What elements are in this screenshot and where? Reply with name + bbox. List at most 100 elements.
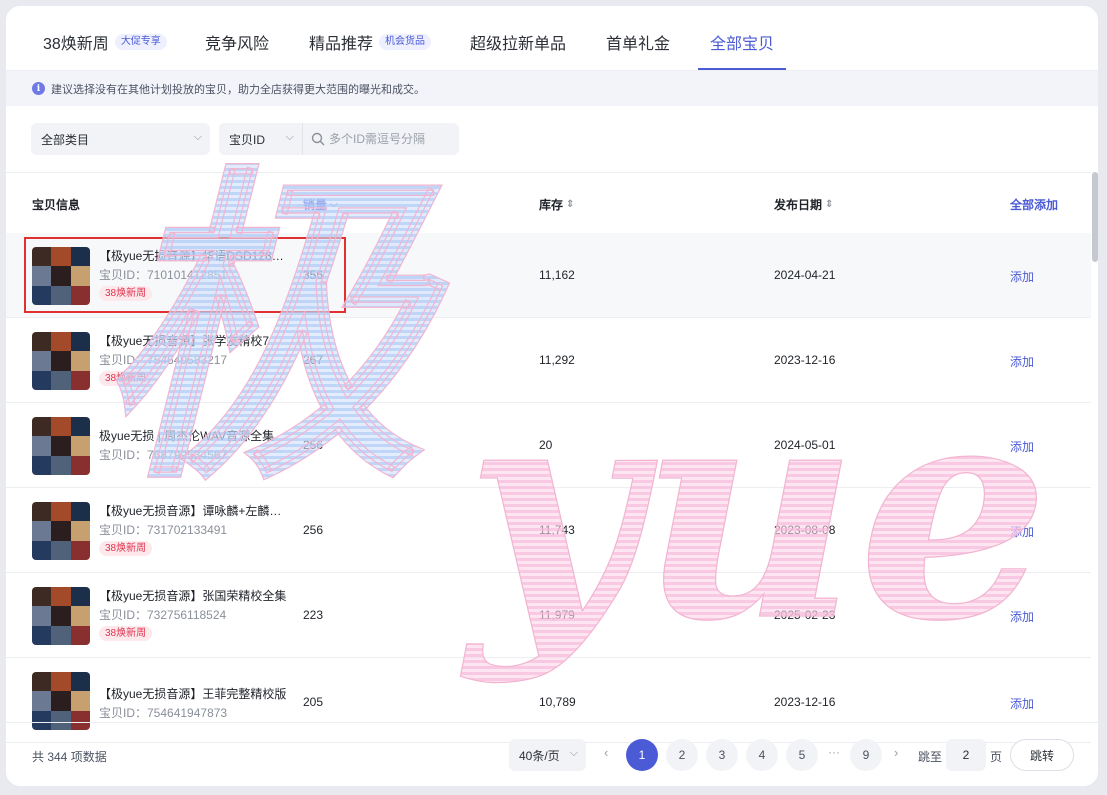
tab-competition-risk[interactable]: 竞争风险 [205,30,269,54]
product-id: 宝贝ID：732756118524 [99,608,227,622]
sales-value: 256 [303,438,324,452]
product-thumbnail [32,417,90,475]
sales-value: 267 [303,353,324,367]
tab-label: 全部宝贝 [710,36,775,53]
tab-label: 超级拉新单品 [470,36,567,53]
tab-label: 首单礼金 [606,36,671,53]
tab-first-order-gift[interactable]: 首单礼金 [606,30,670,54]
product-thumbnail [32,332,90,390]
add-all-button[interactable]: 全部添加 [1010,196,1058,213]
sort-desc-icon: ⌵ [330,199,338,210]
tab-badge: 机会货品 [379,34,432,50]
product-title[interactable]: 【极yue无损音源】张国荣精校全集 [99,587,291,604]
page-ellipsis[interactable]: ··· [828,745,840,759]
search-input[interactable] [329,132,449,146]
page-unit-label: 页 [990,750,1003,764]
product-title[interactable]: 【极yue无损音源】张学友精校7 [99,332,291,349]
tab-label: 精品推荐 [309,36,374,53]
add-button[interactable]: 添加 [1010,353,1034,370]
header-item-info: 宝贝信息 [32,196,80,213]
header-label: 销量 [303,198,328,212]
publish-date: 2023-12-16 [774,695,836,709]
add-button[interactable]: 添加 [1010,523,1034,540]
sales-value: 223 [303,608,324,622]
stock-value: 20 [539,438,553,452]
notice-bar: i 建议选择没有在其他计划投放的宝贝，助力全店获得更大范围的曝光和成交。 [6,71,1098,106]
highlight-box [24,237,346,313]
header-sales-sort[interactable]: 销量 ⌵ [303,196,338,213]
jump-page-input[interactable] [946,739,986,771]
scrollbar-thumb[interactable] [1092,172,1098,262]
tab-bar: 38焕新周 大促专享 竞争风险 精品推荐 机会货品 超级拉新单品 首单礼金 全部… [6,6,1098,71]
header-stock-sort[interactable]: 库存 ⇕ [539,196,574,213]
product-thumbnail [32,502,90,560]
header-label: 全部添加 [1010,198,1059,212]
publish-date: 2023-12-16 [774,353,836,367]
tab-label: 竞争风险 [205,36,270,53]
promo-tag: 38焕新周 [99,371,153,386]
product-title[interactable]: 极yue无损 | 周杰伦WAV音源全集 [99,427,291,444]
next-page-icon[interactable]: › [894,745,898,760]
id-type-select-value: 宝贝ID [229,132,266,147]
page-1[interactable]: 1 [626,739,658,771]
tab-super-new-customer[interactable]: 超级拉新单品 [470,30,566,54]
info-icon: i [32,82,45,95]
sales-value: 256 [303,523,324,537]
main-panel: 38焕新周 大促专享 竞争风险 精品推荐 机会货品 超级拉新单品 首单礼金 全部… [6,6,1098,786]
tab-38-renewal-week[interactable]: 38焕新周 大促专享 [43,30,167,54]
chevron-down-icon: ⌵ [193,131,202,143]
page-5[interactable]: 5 [786,739,818,771]
header-label: 发布日期 [774,198,823,212]
prev-page-icon[interactable]: ‹ [604,745,608,760]
product-id: 宝贝ID：754641947873 [99,706,228,720]
add-button[interactable]: 添加 [1010,268,1034,285]
product-id: 宝贝ID：731702133491 [99,523,228,537]
add-button[interactable]: 添加 [1010,608,1034,625]
header-date-sort[interactable]: 发布日期 ⇕ [774,196,833,213]
table-row: 【极yue无损音源】张国荣精校全集 宝贝ID：732756118524 38焕新… [6,573,1091,658]
stock-value: 11,743 [539,523,575,537]
promo-tag: 38焕新周 [99,626,153,641]
stock-value: 11,292 [539,353,575,367]
page-size-select[interactable]: 40条/页 ⌵ [509,739,586,771]
active-tab-indicator [698,68,786,70]
product-title[interactable]: 【极yue无损音源】谭咏麟+左麟右李 [99,502,291,519]
table-row: 极yue无损 | 周杰伦WAV音源全集 宝贝ID：768799534567 25… [6,403,1091,488]
notice-text: 建议选择没有在其他计划投放的宝贝，助力全店获得更大范围的曝光和成交。 [51,83,425,96]
add-button[interactable]: 添加 [1010,695,1034,712]
add-button[interactable]: 添加 [1010,438,1034,455]
tab-all-items[interactable]: 全部宝贝 [710,30,774,54]
publish-date: 2025-02-23 [774,608,836,622]
stock-value: 11,979 [539,608,575,622]
product-id: 宝贝ID：768799534567 [99,448,228,462]
table-row: 【极yue无损音源】张学友精校7 宝贝ID：754640583217 38焕新周… [6,318,1091,403]
jump-button[interactable]: 跳转 [1010,739,1074,771]
total-count: 共 344 项数据 [32,750,107,764]
header-label: 宝贝信息 [32,198,81,212]
publish-date: 2024-05-01 [774,438,836,452]
tab-label: 38焕新周 [43,36,109,53]
chevron-down-icon: ⌵ [569,747,578,759]
category-select[interactable]: 全部类目 ⌵ [31,123,210,155]
stock-value: 11,162 [539,268,575,282]
promo-tag: 38焕新周 [99,541,153,556]
pagination-footer: 共 344 项数据 40条/页 ⌵ ‹ 1 2 3 4 5 ··· 9 › 跳至… [6,722,1098,786]
page-2[interactable]: 2 [666,739,698,771]
sales-value: 205 [303,695,324,709]
jump-label: 跳至 [918,750,943,764]
search-icon [311,132,325,146]
product-title[interactable]: 【极yue无损音源】王菲完整精校版 [99,685,291,702]
sort-icon: ⇕ [825,199,834,210]
id-type-select[interactable]: 宝贝ID ⌵ [219,123,302,155]
product-thumbnail [32,587,90,645]
tab-badge: 大促专享 [114,34,167,50]
header-label: 库存 [539,198,564,212]
sort-icon: ⇕ [566,199,575,210]
search-box [302,123,459,155]
publish-date: 2023-08-08 [774,523,836,537]
tab-premium-recommend[interactable]: 精品推荐 机会货品 [309,30,432,54]
chevron-down-icon: ⌵ [285,131,294,143]
page-4[interactable]: 4 [746,739,778,771]
page-9[interactable]: 9 [850,739,882,771]
page-3[interactable]: 3 [706,739,738,771]
